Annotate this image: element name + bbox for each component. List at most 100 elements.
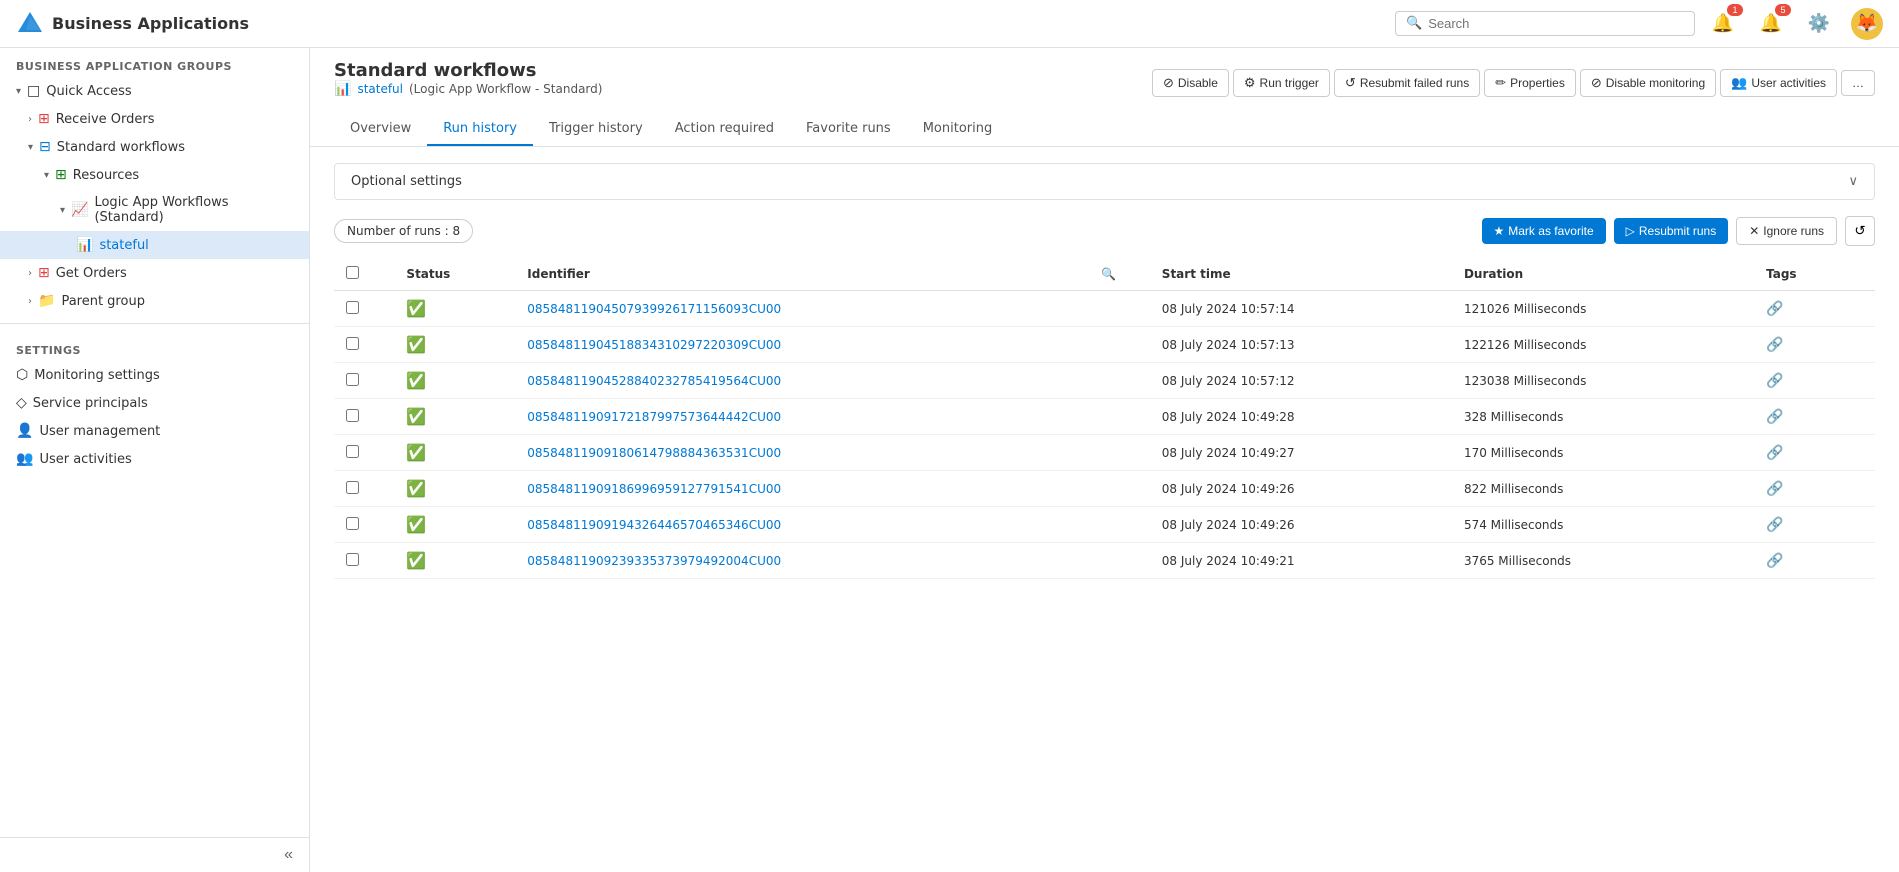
tags-link-icon[interactable]: 🔗: [1766, 517, 1783, 533]
search-icon: 🔍: [1406, 16, 1422, 31]
avatar[interactable]: 🦊: [1851, 8, 1883, 40]
optional-settings-header[interactable]: Optional settings ∨: [335, 164, 1874, 199]
resources-arrow: ▾: [44, 170, 49, 181]
tags-link-icon[interactable]: 🔗: [1766, 337, 1783, 353]
row-duration: 170 Milliseconds: [1452, 435, 1754, 471]
tags-link-icon[interactable]: 🔗: [1766, 409, 1783, 425]
bell-icon: 🔔: [1712, 13, 1734, 34]
disable-btn[interactable]: ⊘ Disable: [1152, 69, 1229, 97]
tab-run-history[interactable]: Run history: [427, 113, 533, 146]
sidebar-item-parent-group[interactable]: › 📁 Parent group: [0, 287, 309, 315]
tab-overview[interactable]: Overview: [334, 113, 427, 146]
more-btn[interactable]: …: [1841, 70, 1875, 96]
sidebar-item-user-management[interactable]: 👤 User management: [0, 417, 309, 445]
tab-action-required[interactable]: Action required: [659, 113, 790, 146]
sidebar-item-user-activities[interactable]: 👥 User activities: [0, 445, 309, 473]
notification-bell-btn[interactable]: 🔔 1: [1707, 8, 1739, 40]
row-checkbox[interactable]: [346, 409, 359, 422]
row-checkbox[interactable]: [346, 481, 359, 494]
user-activities-toolbar-label: User activities: [1751, 76, 1826, 90]
row-search-cell: [1089, 399, 1149, 435]
row-tags: 🔗: [1754, 399, 1875, 435]
tags-link-icon[interactable]: 🔗: [1766, 373, 1783, 389]
row-identifier: 08584811904518834310297220309CU00: [515, 327, 1089, 363]
row-tags: 🔗: [1754, 507, 1875, 543]
user-activities-icon: 👥: [16, 451, 33, 467]
sidebar-item-receive-orders[interactable]: › ⊞ Receive Orders: [0, 105, 309, 133]
alert-btn[interactable]: 🔔 5: [1755, 8, 1787, 40]
quick-access-icon: □: [27, 83, 40, 99]
status-success-icon: ✅: [406, 515, 426, 534]
sidebar-item-resources[interactable]: ▾ ⊞ Resources: [0, 161, 309, 189]
resubmit-failed-label: Resubmit failed runs: [1360, 76, 1469, 90]
row-search-cell: [1089, 471, 1149, 507]
select-all-checkbox[interactable]: [346, 266, 359, 279]
page-title-block: Standard workflows 📊 stateful (Logic App…: [334, 60, 602, 105]
row-checkbox[interactable]: [346, 517, 359, 530]
tab-monitoring[interactable]: Monitoring: [907, 113, 1009, 146]
sidebar-item-stateful[interactable]: 📊 stateful: [0, 231, 309, 259]
identifier-search-icon[interactable]: 🔍: [1101, 267, 1116, 281]
row-start-time: 08 July 2024 10:49:26: [1150, 471, 1452, 507]
tags-link-icon[interactable]: 🔗: [1766, 481, 1783, 497]
optional-settings-label: Optional settings: [351, 174, 462, 189]
resubmit-runs-btn[interactable]: ▷ Resubmit runs: [1614, 218, 1729, 244]
get-orders-icon: ⊞: [38, 265, 50, 281]
properties-btn[interactable]: ✏ Properties: [1484, 69, 1576, 97]
run-id-link[interactable]: 08584811909194326446570465346CU00: [527, 518, 781, 532]
row-checkbox[interactable]: [346, 337, 359, 350]
run-id-link[interactable]: 08584811909172187997573644442CU00: [527, 410, 781, 424]
disable-monitoring-btn[interactable]: ⊘ Disable monitoring: [1580, 69, 1716, 97]
row-checkbox[interactable]: [346, 301, 359, 314]
disable-label: Disable: [1178, 76, 1218, 90]
number-of-runs-label: Number of runs : 8: [347, 224, 460, 238]
resubmit-failed-runs-btn[interactable]: ↺ Resubmit failed runs: [1334, 69, 1480, 97]
user-activities-btn[interactable]: 👥 User activities: [1720, 69, 1837, 97]
sidebar-item-service-principals[interactable]: ◇ Service principals: [0, 389, 309, 417]
settings-gear-btn[interactable]: ⚙️: [1803, 8, 1835, 40]
row-tags: 🔗: [1754, 327, 1875, 363]
quick-access-arrow: ▾: [16, 86, 21, 97]
ignore-runs-btn[interactable]: ✕ Ignore runs: [1736, 217, 1837, 245]
row-start-time: 08 July 2024 10:49:27: [1150, 435, 1452, 471]
logic-app-workflows-label: Logic App Workflows (Standard): [94, 195, 293, 225]
tab-favorite-runs[interactable]: Favorite runs: [790, 113, 907, 146]
run-id-link[interactable]: 08584811909186996959127791541CU00: [527, 482, 781, 496]
sidebar-item-monitoring-settings[interactable]: ⬡ Monitoring settings: [0, 361, 309, 389]
refresh-icon: ↺: [1854, 223, 1865, 239]
page-title-row: Standard workflows 📊 stateful (Logic App…: [334, 60, 1875, 105]
sidebar-item-get-orders[interactable]: › ⊞ Get Orders: [0, 259, 309, 287]
run-id-link[interactable]: 08584811909180614798884363531CU00: [527, 446, 781, 460]
page-header: Standard workflows 📊 stateful (Logic App…: [310, 48, 1899, 147]
run-id-link[interactable]: 08584811909239335373979492004CU00: [527, 554, 781, 568]
disable-monitoring-icon: ⊘: [1591, 75, 1602, 91]
mark-as-favorite-btn[interactable]: ★ Mark as favorite: [1482, 218, 1606, 244]
run-id-link[interactable]: 08584811904518834310297220309CU00: [527, 338, 781, 352]
refresh-btn[interactable]: ↺: [1845, 216, 1875, 246]
sidebar-item-quick-access[interactable]: ▾ □ Quick Access: [0, 77, 309, 105]
run-id-link[interactable]: 08584811904528840232785419564CU00: [527, 374, 781, 388]
tags-link-icon[interactable]: 🔗: [1766, 553, 1783, 569]
user-activities-toolbar-icon: 👥: [1731, 75, 1747, 91]
tab-trigger-history[interactable]: Trigger history: [533, 113, 659, 146]
row-checkbox[interactable]: [346, 445, 359, 458]
tags-link-icon[interactable]: 🔗: [1766, 301, 1783, 317]
row-status: ✅: [394, 327, 515, 363]
search-box[interactable]: 🔍: [1395, 11, 1695, 36]
sidebar-item-standard-workflows[interactable]: ▾ ⊟ Standard workflows: [0, 133, 309, 161]
search-input[interactable]: [1428, 16, 1684, 31]
tags-link-icon[interactable]: 🔗: [1766, 445, 1783, 461]
collapse-sidebar-btn[interactable]: «: [284, 846, 293, 864]
sidebar-item-logic-app-workflows[interactable]: ▾ 📈 Logic App Workflows (Standard): [0, 189, 309, 231]
row-checkbox[interactable]: [346, 553, 359, 566]
run-trigger-btn[interactable]: ⚙ Run trigger: [1233, 69, 1330, 97]
row-duration: 574 Milliseconds: [1452, 507, 1754, 543]
tabs: Overview Run history Trigger history Act…: [334, 113, 1875, 146]
run-trigger-icon: ⚙: [1244, 75, 1256, 91]
row-checkbox[interactable]: [346, 373, 359, 386]
row-start-time: 08 July 2024 10:57:13: [1150, 327, 1452, 363]
page-title: Standard workflows: [334, 60, 602, 81]
table-row: ✅ 08584811909180614798884363531CU00 08 J…: [334, 435, 1875, 471]
row-start-time: 08 July 2024 10:57:14: [1150, 291, 1452, 327]
run-id-link[interactable]: 08584811904507939926171156093CU00: [527, 302, 781, 316]
